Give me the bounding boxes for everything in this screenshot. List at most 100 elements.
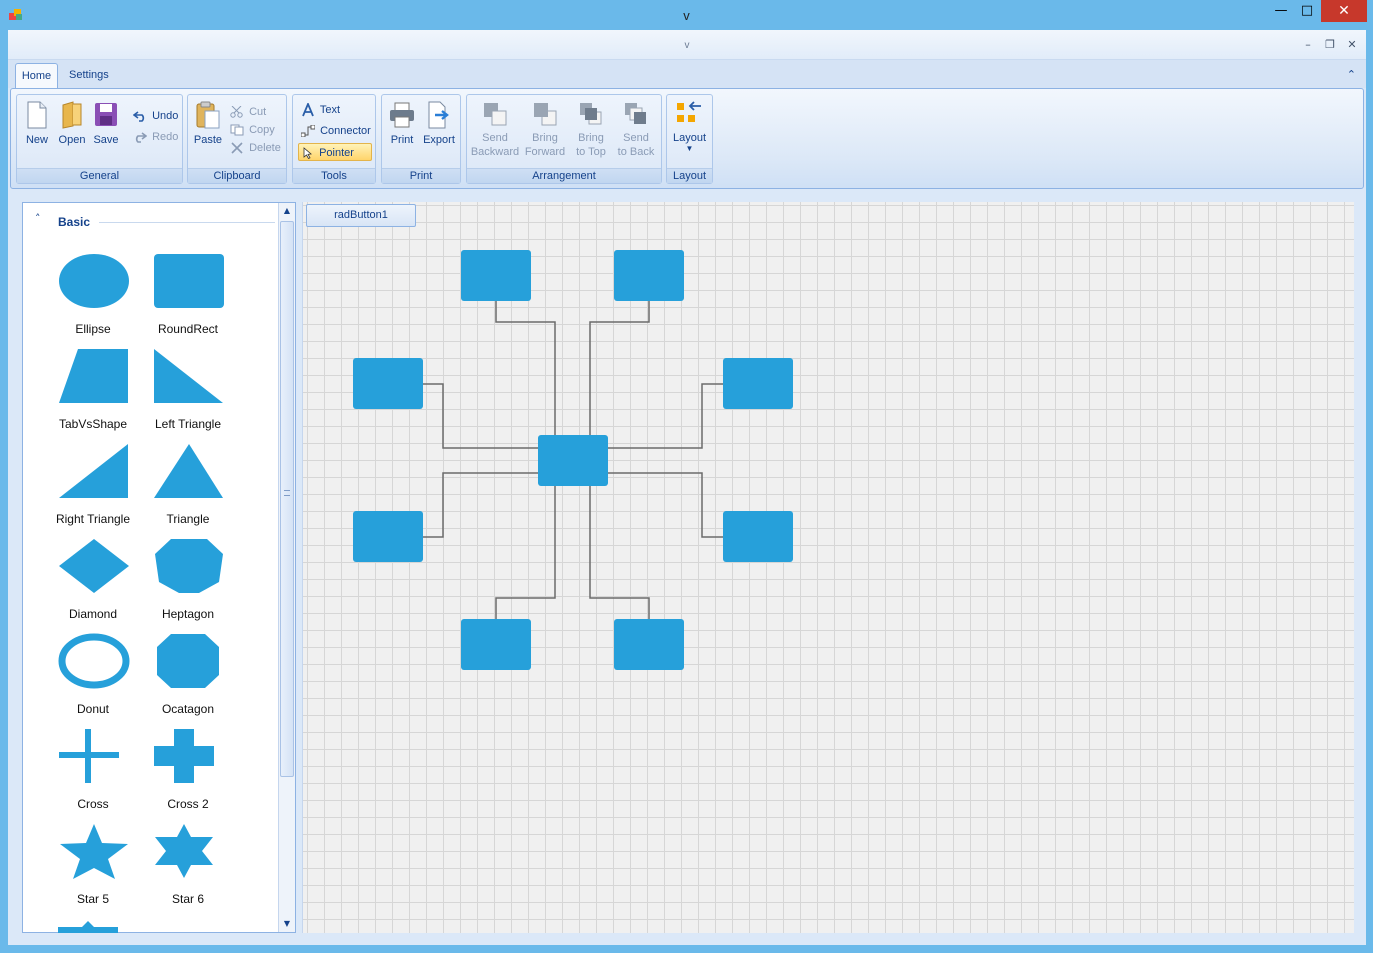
chevron-down-icon: ▼ xyxy=(685,144,694,153)
group-layout-label: Layout xyxy=(667,168,712,183)
bring-forward-button[interactable]: Bring Forward xyxy=(523,101,567,159)
diagram-shape[interactable] xyxy=(614,619,684,670)
cross2-shape-icon xyxy=(154,729,214,783)
paste-button[interactable]: Paste xyxy=(192,101,224,147)
toolbox-item-star6[interactable]: Star 6 xyxy=(143,823,233,911)
open-button[interactable]: Open xyxy=(57,101,87,147)
toolbox-item-heptagon[interactable]: Heptagon xyxy=(143,538,233,626)
group-clipboard: Paste Cut Copy Delete Clipboard xyxy=(187,94,287,184)
inner-title-bar: v – ❐ ✕ xyxy=(8,30,1366,60)
diagram-shape[interactable] xyxy=(723,511,793,562)
connector xyxy=(589,301,650,435)
floppy-disk-icon xyxy=(95,103,117,126)
send-backward-icon xyxy=(484,103,507,126)
diagram-shape[interactable] xyxy=(723,358,793,409)
section-divider xyxy=(99,222,275,223)
rad-button[interactable]: radButton1 xyxy=(306,204,416,227)
connector-icon xyxy=(300,124,316,138)
ellipse-shape-icon xyxy=(59,254,129,308)
connector xyxy=(608,472,723,538)
cross-shape-icon xyxy=(59,729,119,783)
send-to-back-button[interactable]: Send to Back xyxy=(615,101,657,159)
window-title: v xyxy=(683,8,690,23)
group-tools: Text Connector Pointer Tools xyxy=(292,94,376,184)
ribbon-tabstrip: Home Settings ⌃ xyxy=(8,60,1366,89)
diagram-shape[interactable] xyxy=(461,250,531,301)
pointer-arrow-icon xyxy=(303,147,312,160)
toolbox-item-cross[interactable]: Cross xyxy=(48,728,138,816)
toolbox-item-star5[interactable]: Star 5 xyxy=(48,823,138,911)
close-button[interactable]: ✕ xyxy=(1321,0,1367,22)
diagram-shape[interactable] xyxy=(538,435,608,486)
paste-clipboard-icon xyxy=(196,101,220,129)
toolbox-item-triangle[interactable]: Triangle xyxy=(143,443,233,531)
connector xyxy=(423,383,538,449)
connector-tool-button[interactable]: Connector xyxy=(300,122,371,140)
diagram-shape[interactable] xyxy=(614,250,684,301)
copy-icon xyxy=(230,124,244,136)
group-layout: Layout ▼ Layout xyxy=(666,94,713,184)
tab-home[interactable]: Home xyxy=(15,63,58,89)
scroll-up-icon[interactable]: ▲ xyxy=(279,203,295,219)
diagram-canvas[interactable]: radButton1 xyxy=(302,202,1354,933)
folder-icon xyxy=(62,101,82,129)
cut-button[interactable]: Cut xyxy=(230,103,266,121)
layout-dropdown-button[interactable]: Layout ▼ xyxy=(669,99,710,153)
toolbox-item-tabvsshape[interactable]: TabVsShape xyxy=(48,348,138,436)
toolbox-item-octagon[interactable]: Ocatagon xyxy=(143,633,233,721)
scroll-down-icon[interactable]: ▼ xyxy=(279,916,295,932)
star5-shape-icon xyxy=(60,824,128,879)
connector xyxy=(608,383,723,449)
undo-button[interactable]: Undo xyxy=(132,107,178,125)
toolbox-item-right-triangle[interactable]: Right Triangle xyxy=(48,443,138,531)
octagon-shape-icon xyxy=(157,634,219,688)
grip-icon xyxy=(284,490,290,496)
toolbox-section-header[interactable]: ˄ Basic xyxy=(23,203,279,241)
text-a-icon xyxy=(302,101,314,117)
tab-settings[interactable]: Settings xyxy=(63,63,115,89)
connector xyxy=(495,486,556,619)
undo-icon xyxy=(132,111,145,122)
send-to-back-icon xyxy=(625,103,646,124)
redo-button[interactable]: Redo xyxy=(133,128,178,146)
minimize-button[interactable]: — xyxy=(1268,0,1294,22)
scrollbar-thumb[interactable] xyxy=(280,221,294,777)
diagram-shape[interactable] xyxy=(353,511,423,562)
toolbox-item-diamond[interactable]: Diamond xyxy=(48,538,138,626)
collapse-caret-icon[interactable]: ˄ xyxy=(35,212,41,225)
layout-icon xyxy=(676,101,701,122)
print-button[interactable]: Print xyxy=(386,101,418,147)
diagram-shape[interactable] xyxy=(461,619,531,670)
inner-minimize-button[interactable]: – xyxy=(1299,38,1317,52)
partial-shape-icon xyxy=(58,921,118,933)
bring-to-top-button[interactable]: Bring to Top xyxy=(573,101,609,159)
heptagon-shape-icon xyxy=(155,539,223,593)
diagram-shape[interactable] xyxy=(353,358,423,409)
toolbox-item-donut[interactable]: Donut xyxy=(48,633,138,721)
inner-close-button[interactable]: ✕ xyxy=(1343,38,1361,52)
toolbox-item-ellipse[interactable]: Ellipse xyxy=(48,253,138,341)
copy-button[interactable]: Copy xyxy=(230,121,275,139)
ribbon-collapse-icon[interactable]: ⌃ xyxy=(1347,68,1356,81)
diagram-drawing xyxy=(353,250,793,670)
printer-icon xyxy=(390,102,414,128)
new-button[interactable]: New xyxy=(23,101,51,147)
roundrect-shape-icon xyxy=(154,254,224,308)
tab-shape-icon xyxy=(59,349,128,403)
send-backward-button[interactable]: Send Backward xyxy=(469,101,521,159)
toolbox-scrollbar[interactable]: ▲ ▼ xyxy=(278,203,295,932)
save-button[interactable]: Save xyxy=(91,101,121,147)
window-title-bar: v — □ ✕ xyxy=(0,0,1373,30)
donut-shape-icon xyxy=(58,633,130,689)
pointer-tool-button[interactable]: Pointer xyxy=(298,143,372,161)
export-button[interactable]: Export xyxy=(422,101,456,147)
toolbox-item-roundrect[interactable]: RoundRect xyxy=(143,253,233,341)
inner-restore-button[interactable]: ❐ xyxy=(1321,38,1339,52)
right-triangle-shape-icon xyxy=(59,444,128,498)
toolbox-item-left-triangle[interactable]: Left Triangle xyxy=(143,348,233,436)
inner-window-title: v xyxy=(684,40,690,51)
text-tool-button[interactable]: Text xyxy=(301,101,340,119)
delete-button[interactable]: Delete xyxy=(230,139,281,157)
maximize-button[interactable]: □ xyxy=(1294,0,1320,22)
toolbox-item-cross2[interactable]: Cross 2 xyxy=(143,728,233,816)
